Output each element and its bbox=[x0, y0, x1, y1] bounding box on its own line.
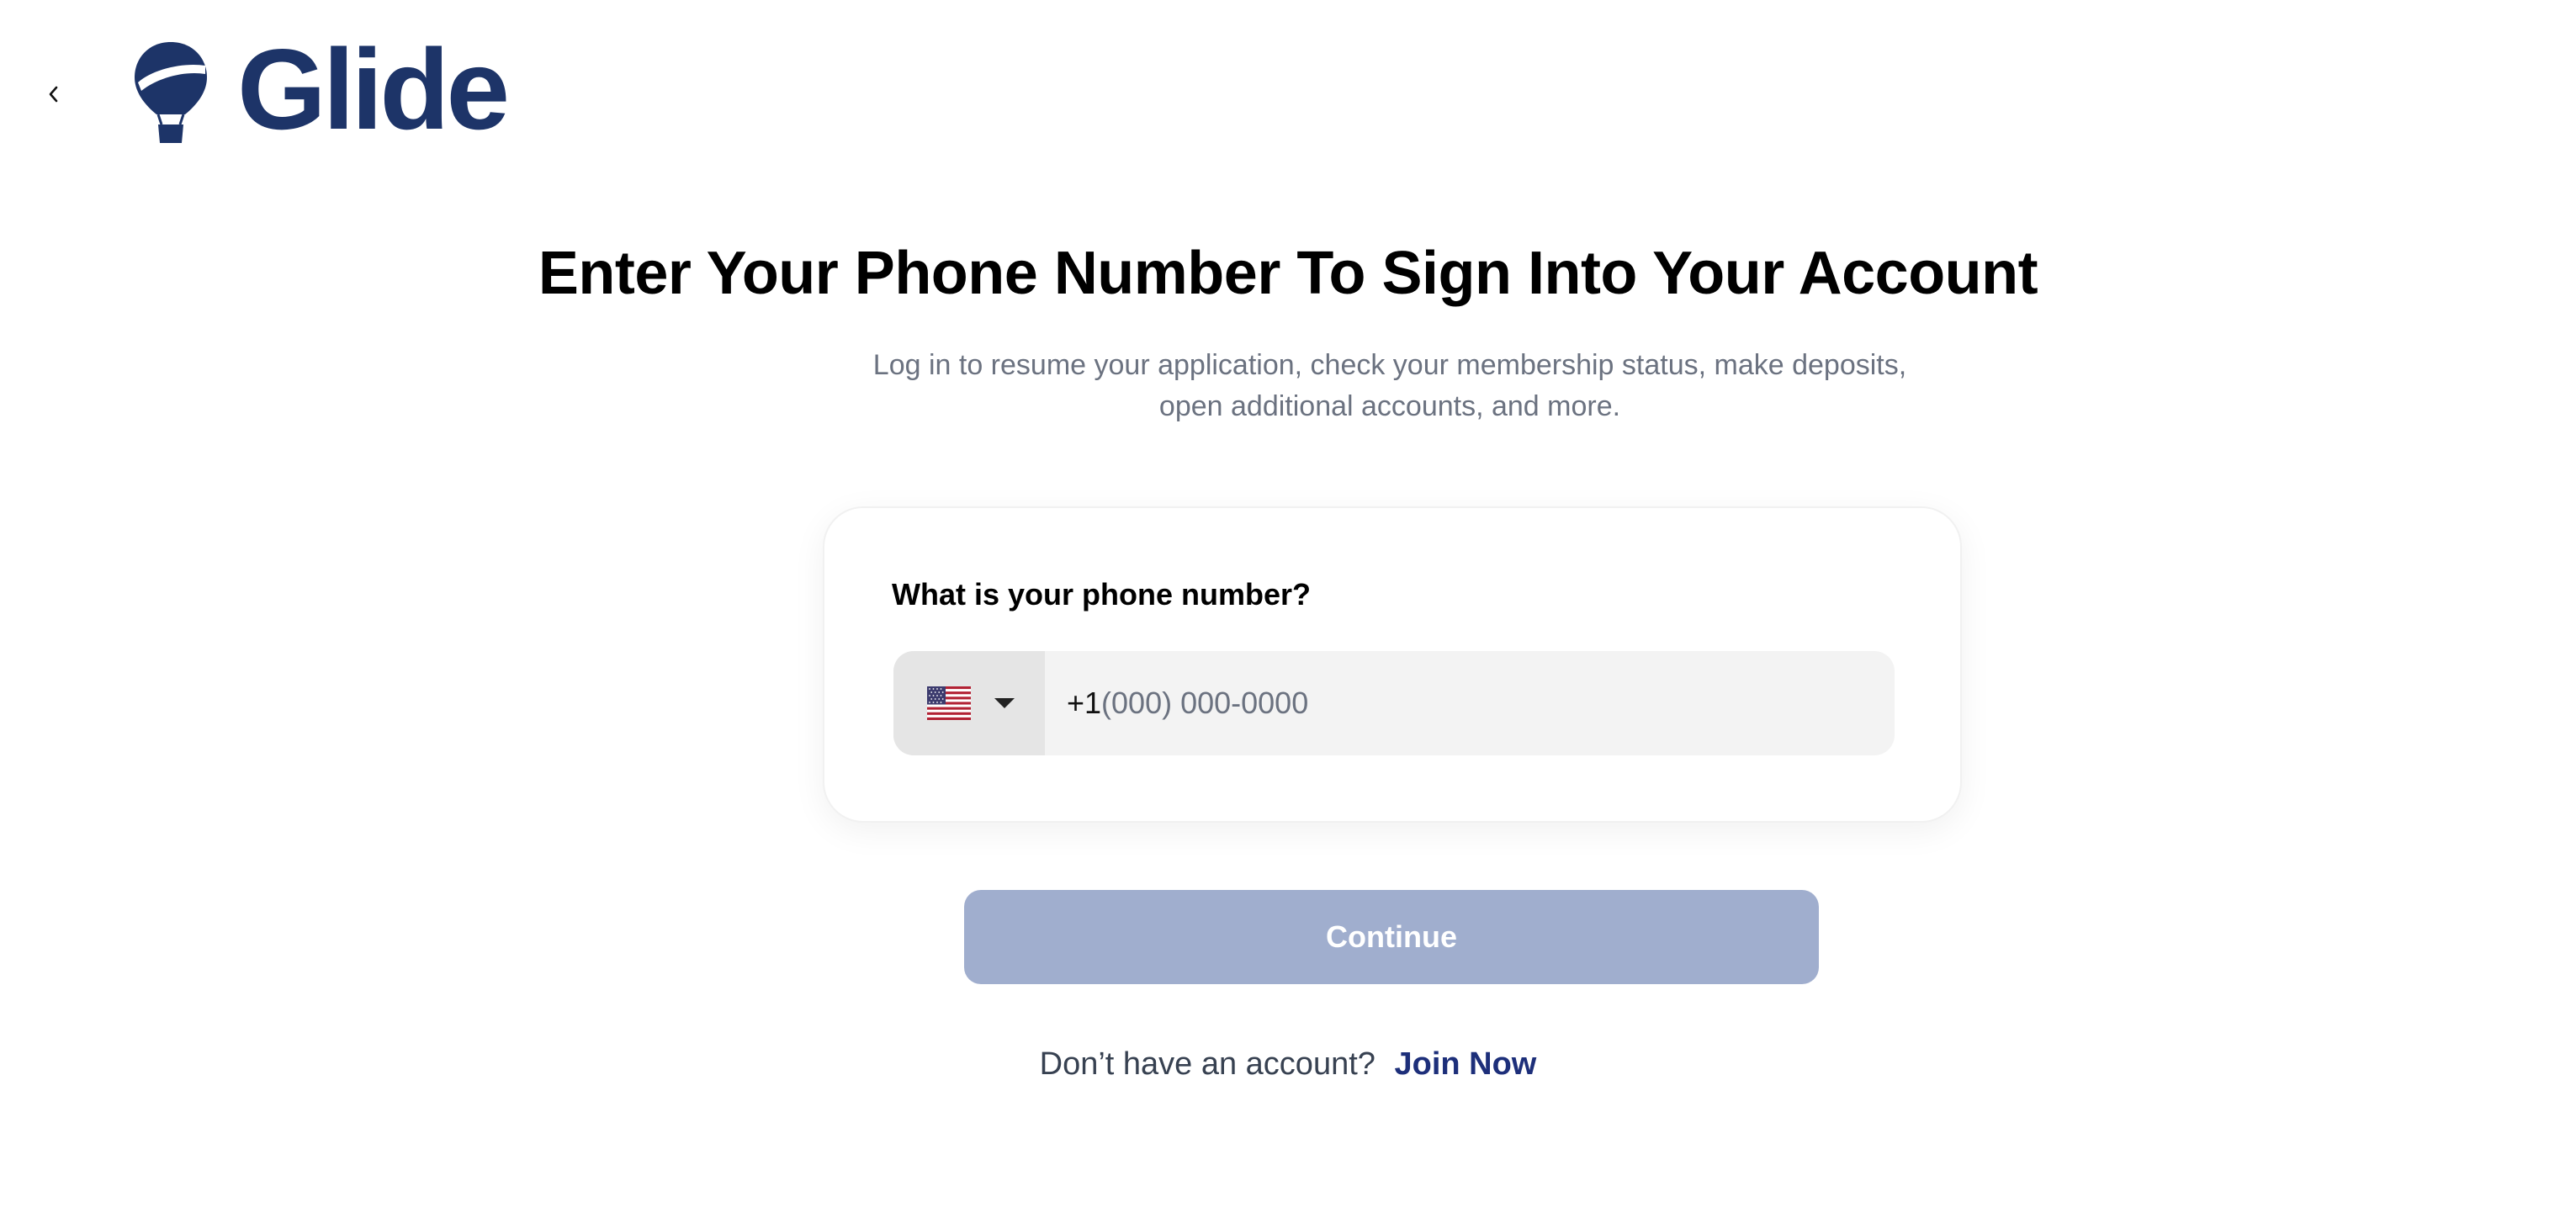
phone-card: What is your phone number? +1 (000) 000-… bbox=[823, 506, 1962, 823]
page-title: Enter Your Phone Number To Sign Into You… bbox=[538, 240, 2038, 307]
country-code-select[interactable] bbox=[893, 651, 1045, 755]
join-now-link[interactable]: Join Now bbox=[1394, 1046, 1536, 1082]
phone-number-input[interactable] bbox=[1101, 686, 1859, 721]
us-flag-icon bbox=[927, 686, 971, 720]
signup-prompt: Don’t have an account? bbox=[1039, 1046, 1375, 1082]
phone-field: +1 bbox=[893, 651, 1895, 755]
continue-button[interactable]: Continue bbox=[964, 890, 1819, 984]
phone-input-wrapper: +1 bbox=[1045, 651, 1895, 755]
phone-label: What is your phone number? bbox=[892, 577, 1312, 612]
glide-logo[interactable]: Glide bbox=[133, 32, 510, 146]
login-page: Glide Enter Your Phone Number To Sign In… bbox=[0, 0, 2576, 1218]
back-button[interactable] bbox=[29, 69, 79, 119]
dial-code: +1 bbox=[1067, 686, 1102, 720]
page-subtitle: Log in to resume your application, check… bbox=[872, 349, 1907, 422]
caret-down-icon bbox=[994, 698, 1015, 708]
chevron-left-icon bbox=[49, 86, 58, 103]
logo-wordmark: Glide bbox=[237, 25, 510, 153]
signup-row: Don’t have an account? Join Now bbox=[0, 1046, 2576, 1083]
hot-air-balloon-icon bbox=[135, 42, 207, 143]
